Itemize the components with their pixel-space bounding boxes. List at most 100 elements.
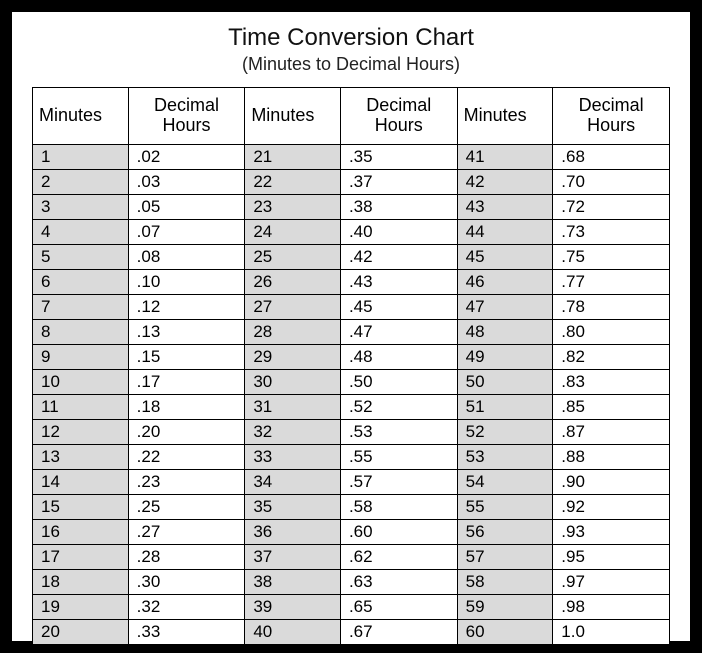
table-row: 6.1026.4346.77 xyxy=(33,269,670,294)
table-row: 16.2736.6056.93 xyxy=(33,519,670,544)
decimal-cell: .48 xyxy=(340,344,457,369)
table-row: 9.1529.4849.82 xyxy=(33,344,670,369)
decimal-cell: 1.0 xyxy=(553,619,670,644)
minutes-cell: 28 xyxy=(245,319,341,344)
decimal-cell: .80 xyxy=(553,319,670,344)
minutes-cell: 60 xyxy=(457,619,553,644)
decimal-cell: .22 xyxy=(128,444,245,469)
decimal-cell: .88 xyxy=(553,444,670,469)
decimal-cell: .37 xyxy=(340,169,457,194)
decimal-cell: .13 xyxy=(128,319,245,344)
minutes-cell: 25 xyxy=(245,244,341,269)
decimal-cell: .47 xyxy=(340,319,457,344)
minutes-cell: 49 xyxy=(457,344,553,369)
table-row: 18.3038.6358.97 xyxy=(33,569,670,594)
minutes-cell: 19 xyxy=(33,594,129,619)
decimal-cell: .75 xyxy=(553,244,670,269)
decimal-cell: .77 xyxy=(553,269,670,294)
minutes-cell: 35 xyxy=(245,494,341,519)
decimal-cell: .95 xyxy=(553,544,670,569)
table-row: 5.0825.4245.75 xyxy=(33,244,670,269)
decimal-cell: .67 xyxy=(340,619,457,644)
table-header-row: Minutes Decimal Hours Minutes Decimal Ho… xyxy=(33,88,670,145)
decimal-cell: .05 xyxy=(128,194,245,219)
table-row: 19.3239.6559.98 xyxy=(33,594,670,619)
decimal-cell: .45 xyxy=(340,294,457,319)
decimal-cell: .03 xyxy=(128,169,245,194)
table-row: 20.3340.67601.0 xyxy=(33,619,670,644)
header-decimal-2: Decimal Hours xyxy=(340,88,457,145)
minutes-cell: 50 xyxy=(457,369,553,394)
minutes-cell: 11 xyxy=(33,394,129,419)
minutes-cell: 7 xyxy=(33,294,129,319)
minutes-cell: 54 xyxy=(457,469,553,494)
minutes-cell: 5 xyxy=(33,244,129,269)
minutes-cell: 37 xyxy=(245,544,341,569)
decimal-cell: .18 xyxy=(128,394,245,419)
minutes-cell: 47 xyxy=(457,294,553,319)
decimal-cell: .27 xyxy=(128,519,245,544)
decimal-cell: .93 xyxy=(553,519,670,544)
minutes-cell: 43 xyxy=(457,194,553,219)
decimal-cell: .50 xyxy=(340,369,457,394)
decimal-cell: .72 xyxy=(553,194,670,219)
minutes-cell: 18 xyxy=(33,569,129,594)
minutes-cell: 17 xyxy=(33,544,129,569)
header-minutes-2: Minutes xyxy=(245,88,341,145)
minutes-cell: 22 xyxy=(245,169,341,194)
minutes-cell: 27 xyxy=(245,294,341,319)
minutes-cell: 57 xyxy=(457,544,553,569)
table-row: 7.1227.4547.78 xyxy=(33,294,670,319)
decimal-cell: .90 xyxy=(553,469,670,494)
minutes-cell: 20 xyxy=(33,619,129,644)
header-minutes-1: Minutes xyxy=(33,88,129,145)
table-row: 4.0724.4044.73 xyxy=(33,219,670,244)
decimal-cell: .10 xyxy=(128,269,245,294)
decimal-cell: .97 xyxy=(553,569,670,594)
minutes-cell: 13 xyxy=(33,444,129,469)
minutes-cell: 30 xyxy=(245,369,341,394)
decimal-cell: .85 xyxy=(553,394,670,419)
decimal-cell: .55 xyxy=(340,444,457,469)
table-row: 15.2535.5855.92 xyxy=(33,494,670,519)
minutes-cell: 52 xyxy=(457,419,553,444)
minutes-cell: 21 xyxy=(245,144,341,169)
decimal-cell: .68 xyxy=(553,144,670,169)
minutes-cell: 15 xyxy=(33,494,129,519)
decimal-cell: .82 xyxy=(553,344,670,369)
minutes-cell: 29 xyxy=(245,344,341,369)
decimal-cell: .58 xyxy=(340,494,457,519)
minutes-cell: 33 xyxy=(245,444,341,469)
decimal-cell: .43 xyxy=(340,269,457,294)
minutes-cell: 58 xyxy=(457,569,553,594)
minutes-cell: 12 xyxy=(33,419,129,444)
minutes-cell: 55 xyxy=(457,494,553,519)
minutes-cell: 23 xyxy=(245,194,341,219)
decimal-cell: .42 xyxy=(340,244,457,269)
decimal-cell: .57 xyxy=(340,469,457,494)
decimal-cell: .35 xyxy=(340,144,457,169)
decimal-cell: .12 xyxy=(128,294,245,319)
minutes-cell: 10 xyxy=(33,369,129,394)
minutes-cell: 2 xyxy=(33,169,129,194)
minutes-cell: 4 xyxy=(33,219,129,244)
minutes-cell: 41 xyxy=(457,144,553,169)
table-body: 1.0221.3541.682.0322.3742.703.0523.3843.… xyxy=(33,144,670,644)
minutes-cell: 56 xyxy=(457,519,553,544)
minutes-cell: 38 xyxy=(245,569,341,594)
chart-title: Time Conversion Chart xyxy=(32,24,670,52)
minutes-cell: 9 xyxy=(33,344,129,369)
minutes-cell: 32 xyxy=(245,419,341,444)
table-row: 1.0221.3541.68 xyxy=(33,144,670,169)
decimal-cell: .60 xyxy=(340,519,457,544)
minutes-cell: 3 xyxy=(33,194,129,219)
decimal-cell: .70 xyxy=(553,169,670,194)
decimal-cell: .32 xyxy=(128,594,245,619)
header-decimal-3: Decimal Hours xyxy=(553,88,670,145)
minutes-cell: 45 xyxy=(457,244,553,269)
minutes-cell: 44 xyxy=(457,219,553,244)
minutes-cell: 14 xyxy=(33,469,129,494)
table-row: 17.2837.6257.95 xyxy=(33,544,670,569)
decimal-cell: .78 xyxy=(553,294,670,319)
minutes-cell: 42 xyxy=(457,169,553,194)
